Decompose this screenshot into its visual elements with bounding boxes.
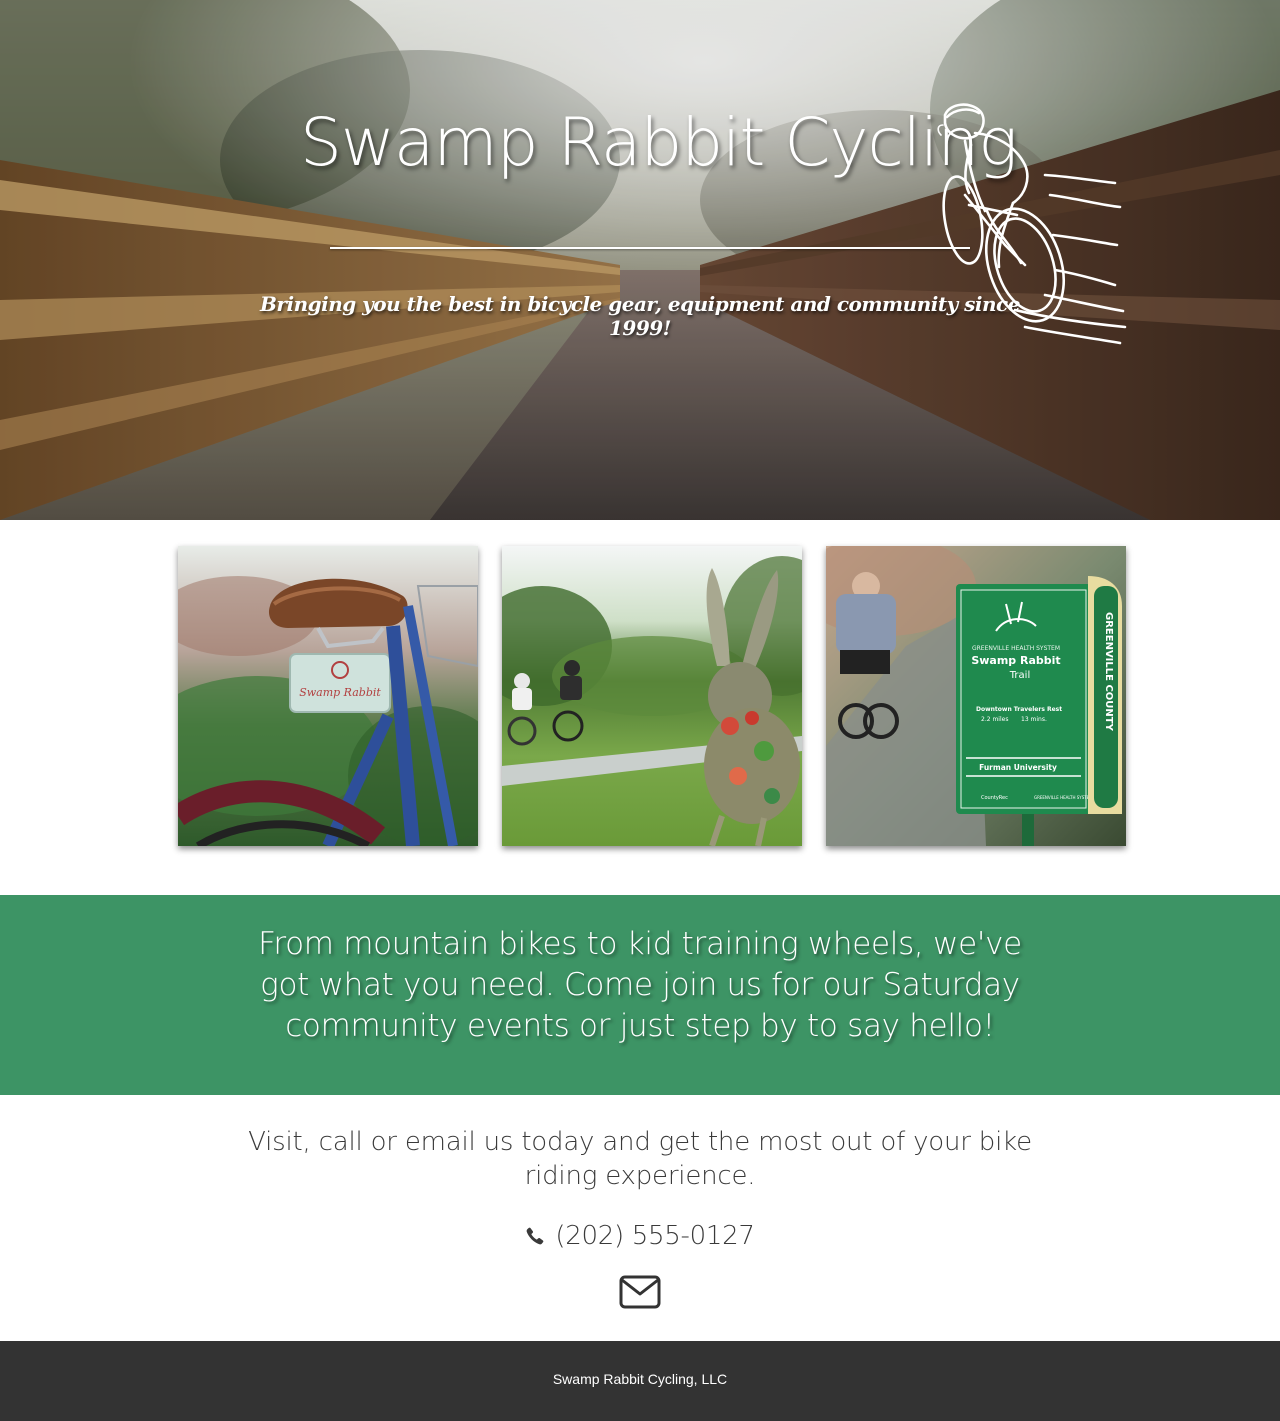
svg-text:GREENVILLE HEALTH SYSTEM: GREENVILLE HEALTH SYSTEM <box>1034 795 1093 800</box>
svg-text:Trail: Trail <box>1009 670 1030 681</box>
promo-text: From mountain bikes to kid training whee… <box>258 926 1022 1044</box>
phone-icon <box>527 1227 544 1245</box>
footer-copyright: Swamp Rabbit Cycling, LLC <box>552 1371 728 1387</box>
title-divider <box>330 247 970 249</box>
tag-text: Swamp Rabbit <box>299 686 381 699</box>
email-link[interactable] <box>618 1274 662 1310</box>
svg-text:2.2 miles: 2.2 miles <box>981 716 1008 723</box>
photo-rabbit-sculpture <box>502 546 802 846</box>
svg-text:Swamp Rabbit: Swamp Rabbit <box>971 654 1060 667</box>
svg-text:13 mins.: 13 mins. <box>1021 716 1047 723</box>
hero-banner: Swamp Rabbit Cycling Bringing you the be… <box>0 0 1280 520</box>
site-title: Swamp Rabbit Cycling <box>300 104 1018 181</box>
svg-text:Downtown Travelers Rest: Downtown Travelers Rest <box>976 706 1062 713</box>
svg-text:GREENVILLE COUNTY: GREENVILLE COUNTY <box>1103 612 1114 732</box>
svg-text:CountyRec: CountyRec <box>981 795 1008 801</box>
svg-text:Furman University: Furman University <box>979 763 1057 772</box>
phone-number: (202) 555-0127 <box>555 1221 755 1251</box>
phone-link[interactable]: (202) 555-0127 <box>440 1218 840 1254</box>
photo-trail-sign: GREENVILLE HEALTH SYSTEM Swamp Rabbit Tr… <box>826 546 1126 846</box>
cyclist-sketch-icon <box>937 103 1127 345</box>
envelope-icon <box>619 1275 661 1309</box>
svg-text:GREENVILLE HEALTH SYSTEM: GREENVILLE HEALTH SYSTEM <box>972 645 1060 652</box>
site-tagline: Bringing you the best in bicycle gear, e… <box>260 292 1020 340</box>
contact-text: Visit, call or email us today and get th… <box>248 1127 1032 1191</box>
photo-bike-saddle-tag: Swamp Rabbit <box>178 546 478 846</box>
